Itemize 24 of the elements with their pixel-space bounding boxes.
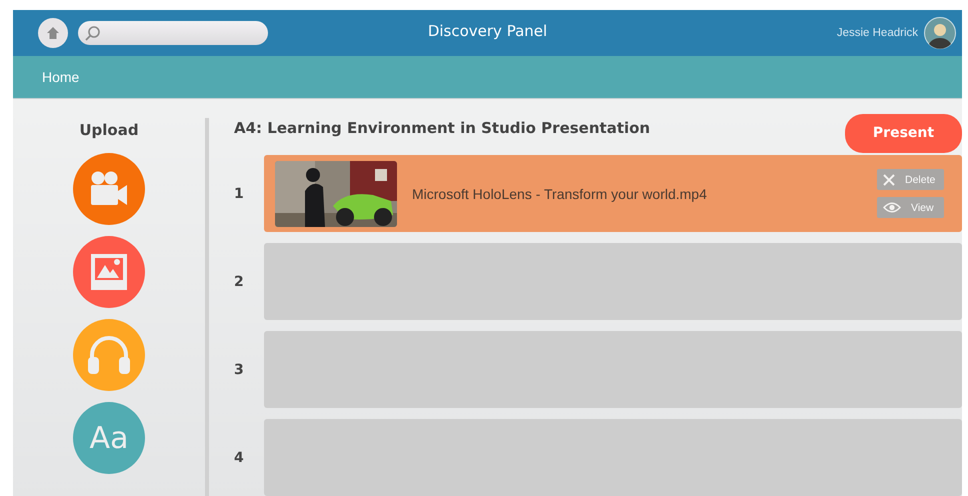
search-field[interactable] — [78, 21, 268, 45]
upload-heading: Upload — [79, 121, 139, 139]
slot-number: 2 — [234, 274, 245, 290]
delete-button[interactable]: Delete — [877, 169, 944, 190]
avatar-icon[interactable] — [924, 17, 956, 49]
present-button[interactable]: Present — [845, 114, 962, 152]
home-button[interactable] — [38, 18, 68, 48]
video-camera-icon — [89, 171, 129, 207]
search-icon — [84, 24, 101, 42]
eye-icon — [883, 202, 901, 213]
view-button[interactable]: View — [877, 197, 944, 218]
slot-number: 4 — [234, 450, 245, 466]
file-name: Microsoft HoloLens - Transform your world.mp4 — [412, 186, 708, 202]
headphones-icon — [86, 335, 132, 375]
user-name: Jessie Headrick — [836, 27, 918, 39]
presentation-title: A4: Learning Environment in Studio Presentation — [234, 119, 650, 137]
image-icon — [89, 252, 129, 292]
slot-number: 3 — [234, 362, 245, 378]
text-upload-button[interactable]: Aa — [73, 402, 145, 474]
close-icon — [883, 174, 895, 186]
media-slot[interactable]: Microsoft HoloLens - Transform your world.mp4 Delete View — [264, 155, 962, 232]
nav-link[interactable]: Home — [42, 69, 80, 85]
slot-number: 1 — [234, 186, 245, 202]
window-title: Discovery Panel — [428, 22, 548, 40]
